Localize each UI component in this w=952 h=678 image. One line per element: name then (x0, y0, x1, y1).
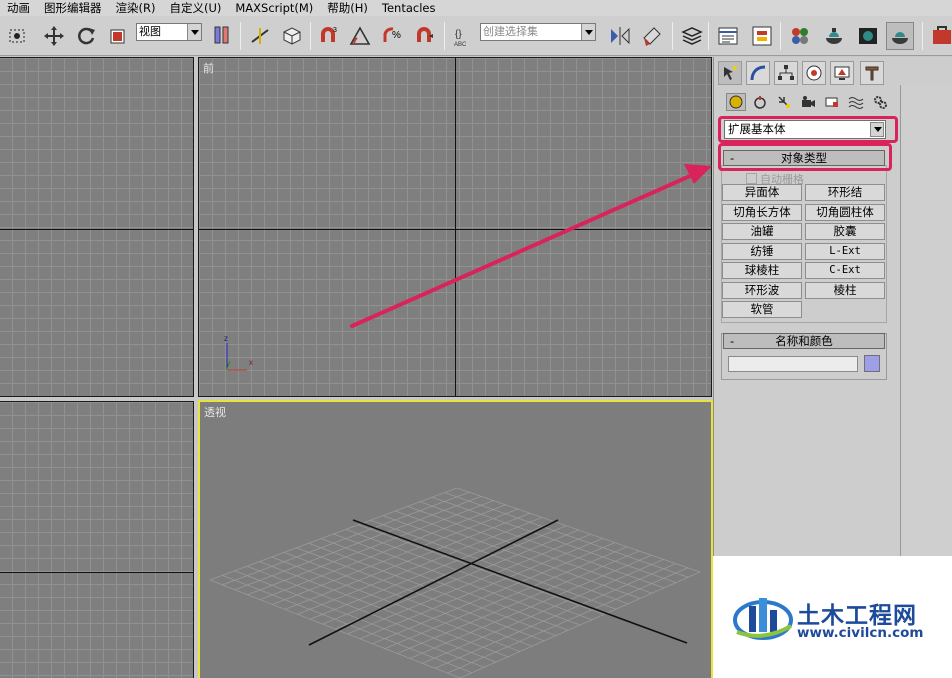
percent-snap-icon[interactable]: % (378, 22, 406, 50)
geometry-icon[interactable] (726, 93, 746, 111)
axis-tripod-icon: z y x (224, 334, 253, 371)
named-selection-icon[interactable]: {} ABC (450, 22, 478, 50)
snap-3d-icon[interactable]: 3 (314, 22, 342, 50)
named-selection-dropdown[interactable]: 创建选择集 (480, 23, 596, 41)
hierarchy-tab-icon[interactable] (774, 61, 798, 85)
keyboard-shortcut-icon[interactable] (278, 22, 306, 50)
material-editor-icon[interactable] (786, 22, 814, 50)
svg-text:x: x (249, 358, 253, 367)
menu-maxscript[interactable]: MAXScript(M) (228, 0, 320, 16)
scale-icon[interactable] (104, 22, 132, 50)
spinner-snap-icon[interactable] (410, 22, 438, 50)
menu-graph-editors[interactable]: 图形编辑器 (37, 0, 109, 16)
name-color-rollup[interactable]: - 名称和颜色 (723, 333, 885, 349)
shapes-icon[interactable] (750, 93, 770, 111)
schematic-view-icon[interactable] (748, 22, 776, 50)
object-button[interactable]: 切角长方体 (722, 204, 802, 221)
top-viewport[interactable] (0, 57, 194, 397)
utilities-tab-icon[interactable] (860, 61, 884, 85)
object-color-swatch[interactable] (864, 355, 880, 372)
space-warps-icon[interactable] (846, 93, 866, 111)
object-button[interactable]: C-Ext (805, 262, 885, 279)
display-tab-icon[interactable] (830, 61, 854, 85)
svg-text:z: z (224, 334, 228, 343)
render-setup-icon[interactable] (820, 22, 848, 50)
manipulate-icon[interactable] (246, 22, 274, 50)
perspective-viewport[interactable]: 透视 (198, 400, 713, 678)
reference-coord-dropdown[interactable]: 视图 (136, 23, 202, 41)
dropdown-highlight (718, 116, 898, 143)
object-button[interactable]: 环形结 (805, 184, 885, 201)
menu-help[interactable]: 帮助(H) (320, 0, 375, 16)
object-button[interactable]: 油罐 (722, 223, 802, 240)
watermark: 土木工程网 www.civilcn.com (713, 556, 952, 678)
menu-bar: 动画 图形编辑器 渲染(R) 自定义(U) MAXScript(M) 帮助(H)… (0, 0, 952, 16)
front-viewport-label[interactable]: 前 (203, 60, 214, 76)
lights-icon[interactable] (774, 93, 794, 111)
angle-snap-icon[interactable] (346, 22, 374, 50)
object-name-input[interactable] (728, 356, 858, 372)
object-button[interactable]: 纺锤 (722, 243, 802, 260)
perspective-grid (209, 487, 701, 678)
object-button[interactable]: L-Ext (805, 243, 885, 260)
toolbox-icon[interactable] (928, 22, 952, 50)
align-icon[interactable] (638, 22, 666, 50)
watermark-url: www.civilcn.com (797, 625, 924, 641)
render-frame-icon[interactable] (854, 22, 882, 50)
object-button[interactable]: 棱柱 (805, 282, 885, 299)
create-tab-icon[interactable] (718, 61, 742, 85)
pivot-icon[interactable] (208, 22, 236, 50)
quick-render-icon[interactable] (886, 22, 914, 50)
object-button[interactable]: 异面体 (722, 184, 802, 201)
object-button[interactable]: 软管 (722, 301, 802, 318)
menu-tentacles[interactable]: Tentacles (375, 0, 443, 16)
motion-tab-icon[interactable] (802, 61, 826, 85)
move-icon[interactable] (40, 22, 68, 50)
object-button[interactable]: 切角圆柱体 (805, 204, 885, 221)
left-viewport[interactable] (0, 401, 194, 678)
svg-text:{}: {} (455, 29, 462, 40)
helpers-icon[interactable] (822, 93, 842, 111)
layer-manager-icon[interactable] (678, 22, 706, 50)
mirror-icon[interactable] (606, 22, 634, 50)
object-button[interactable]: 胶囊 (805, 223, 885, 240)
svg-text:3: 3 (333, 27, 337, 34)
main-toolbar: 视图 3 % {} ABC 创建选择集 (0, 16, 952, 56)
front-viewport[interactable]: 前 z y x (198, 57, 712, 397)
systems-icon[interactable] (870, 93, 890, 111)
menu-animation[interactable]: 动画 (0, 0, 37, 16)
menu-rendering[interactable]: 渲染(R) (109, 0, 163, 16)
svg-text:ABC: ABC (454, 42, 467, 48)
civilcn-logo-icon (733, 598, 793, 640)
object-button[interactable]: 球棱柱 (722, 262, 802, 279)
curve-editor-icon[interactable] (714, 22, 742, 50)
panel-scroll-area[interactable] (900, 85, 952, 565)
menu-customize[interactable]: 自定义(U) (162, 0, 228, 16)
modify-tab-icon[interactable] (746, 61, 770, 85)
object-button[interactable]: 环形波 (722, 282, 802, 299)
cameras-icon[interactable] (798, 93, 818, 111)
svg-text:%: % (392, 30, 401, 41)
svg-text:y: y (226, 359, 230, 368)
select-region-icon[interactable] (4, 22, 32, 50)
rollup-highlight (718, 143, 892, 171)
rotate-icon[interactable] (72, 22, 100, 50)
